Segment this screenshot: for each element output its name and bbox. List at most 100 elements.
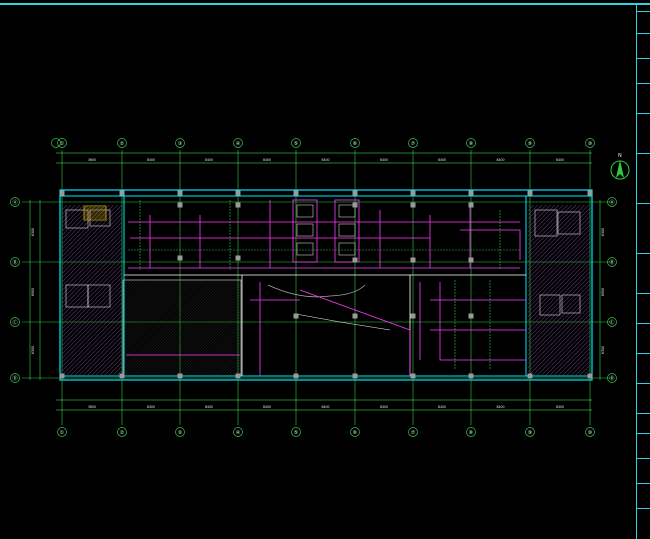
dimension-text: 8400 (321, 158, 329, 162)
column (235, 255, 241, 261)
cad-drawing-canvas: 3600 3600 8400 8400 8400 8400 8400 8400 8400 8400… (10, 138, 630, 437)
dimension-text: 8400 (496, 158, 504, 162)
axis-bubble-label: ⑧ (469, 141, 474, 147)
title-block (637, 5, 650, 539)
equipment-box (338, 223, 356, 237)
dimension-text: 8400 (556, 405, 564, 409)
axis-bubble-label: ⑨ (528, 141, 532, 147)
hatched-areas (62, 205, 590, 377)
title-block-divider (637, 113, 650, 114)
title-block-divider (637, 323, 650, 324)
title-block-divider (637, 11, 650, 12)
dimension-text: 8400 (438, 405, 446, 409)
dimension-text: 3600 (88, 158, 96, 162)
column (468, 313, 474, 319)
axis-bubble-label: Ⓒ (12, 319, 17, 326)
dimension-text: 6300 (31, 346, 35, 354)
dimension-text: 8400 (205, 405, 213, 409)
axis-bubble-label: ⑦ (411, 141, 416, 147)
column (352, 202, 358, 208)
service-room-hatch (528, 205, 590, 375)
title-block-divider (637, 483, 650, 484)
axis-bubble-label: ④ (236, 430, 241, 436)
column (410, 202, 416, 208)
title-block-divider (637, 433, 650, 434)
column (177, 202, 183, 208)
dimension-text: 8400 (263, 158, 271, 162)
dimension-text: 8400 (380, 405, 388, 409)
column (468, 190, 474, 196)
axis-bubble-label: ⑨ (528, 430, 532, 436)
column (235, 190, 241, 196)
column (352, 257, 358, 263)
pipe-run (460, 229, 521, 260)
column (293, 313, 299, 319)
dimension-text: 6900 (31, 288, 35, 296)
column (177, 373, 183, 379)
equipment-box (296, 223, 314, 237)
service-room-hatch (62, 205, 122, 375)
title-block-divider (637, 383, 650, 384)
pipe-run (439, 282, 526, 361)
mechanical-shaft (292, 199, 318, 263)
dimension-text: 8400 (438, 158, 446, 162)
dimension-text: 6300 (601, 228, 605, 236)
column (352, 373, 358, 379)
column (410, 373, 416, 379)
mechanical-shaft (334, 199, 360, 263)
axis-bubble-label: Ⓐ (609, 199, 614, 206)
column (410, 257, 416, 263)
title-block-divider (637, 413, 650, 414)
dimension-text: 8400 (556, 158, 564, 162)
column (587, 373, 593, 379)
title-block-divider (637, 153, 650, 154)
axis-bubble-label: Ⓑ (12, 259, 17, 266)
axis-bubble-label: Ⓑ (609, 259, 614, 266)
dimension-text: 8400 (380, 158, 388, 162)
dimension-text: 8400 (205, 158, 213, 162)
axis-bubble-label: Ⓓ (12, 375, 17, 382)
axis-bubble-label: ⑥ (353, 141, 358, 147)
column (410, 313, 416, 319)
title-block-divider (637, 253, 650, 254)
axis-bubble-label: ⑦ (411, 430, 416, 436)
title-block-divider (637, 353, 650, 354)
dimension-text: 6300 (31, 228, 35, 236)
title-block-divider (637, 458, 650, 459)
title-block-divider (637, 83, 650, 84)
axis-bubble-label: ③ (178, 430, 182, 436)
axis-bubble-label: Ⓐ (12, 199, 17, 206)
column (352, 313, 358, 319)
dimension-text: 6900 (601, 288, 605, 296)
dimension-text: 8400 (321, 405, 329, 409)
axis-bubble-label: ⑧ (469, 430, 474, 436)
column (410, 190, 416, 196)
dimension-text: 8400 (496, 405, 504, 409)
column (293, 373, 299, 379)
column (59, 373, 65, 379)
sheet-border-top (0, 3, 650, 5)
column (527, 190, 533, 196)
column (119, 373, 125, 379)
column (235, 373, 241, 379)
equipment-box (338, 242, 356, 256)
dimension-text: 8400 (147, 405, 155, 409)
column (119, 190, 125, 196)
title-block-divider (637, 58, 650, 59)
axis-bubble-label: ⑤ (294, 430, 298, 436)
column (293, 190, 299, 196)
column (527, 373, 533, 379)
dimension-text: 8400 (263, 405, 271, 409)
curved-wall (267, 284, 366, 298)
dimension-text: 3600 (88, 405, 96, 409)
column (468, 202, 474, 208)
column (177, 190, 183, 196)
axis-bubble-label: Ⓒ (609, 319, 614, 326)
dimension-text: 8400 (147, 158, 155, 162)
dimension-text: 6300 (601, 346, 605, 354)
column (352, 190, 358, 196)
axis-bubble-label: ⑩ (588, 430, 593, 436)
title-block-divider (637, 293, 650, 294)
axis-bubble-label: ① (60, 430, 65, 436)
column (468, 257, 474, 263)
